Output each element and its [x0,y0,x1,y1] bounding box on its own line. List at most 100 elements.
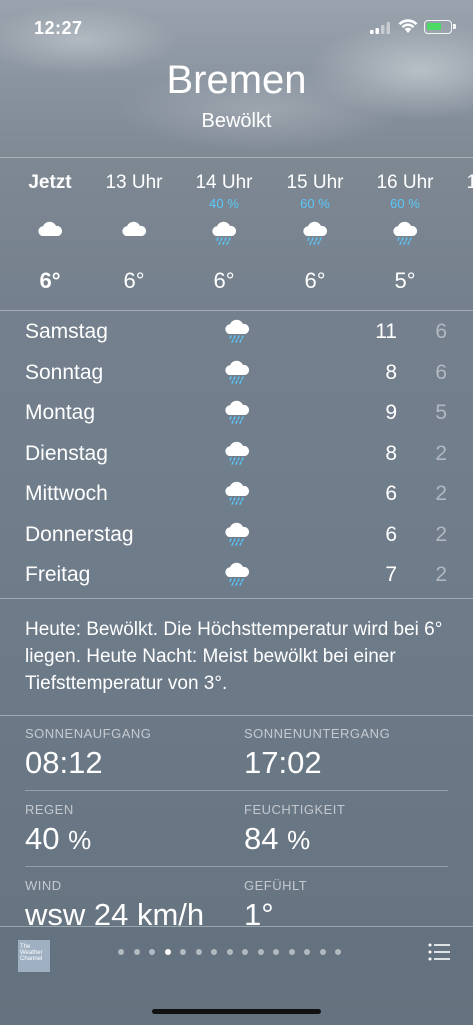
day-name: Samstag [25,320,108,343]
home-indicator[interactable] [152,1009,321,1014]
day-low: 6 [435,360,447,384]
page-dot[interactable] [133,949,140,955]
page-dot[interactable] [319,949,326,955]
hour-icon-wrap [390,220,420,245]
rain-number: 40 [25,821,60,856]
day-icon-wrap [222,480,252,508]
day-high: 8 [385,441,397,465]
day-row: Freitag 7 2 [0,555,473,595]
page-dot[interactable] [304,949,310,955]
current-condition: Bewölkt [201,110,272,132]
sunset-value: 17:02 [244,745,322,780]
day-low: 2 [435,563,447,586]
rain-unit: % [68,825,92,855]
rain-label: REGEN [25,802,74,817]
day-name: Dienstag [25,441,108,465]
rain-value: 40 % [25,821,91,857]
page-dot[interactable] [164,949,171,955]
day-high: 9 [385,401,397,424]
day-row: Dienstag 8 2 [0,434,473,474]
cloud-rain-icon [225,562,250,586]
day-low: 6 [435,320,447,343]
divider [25,790,448,791]
page-dot[interactable] [242,949,248,955]
bottom-toolbar: The Weather Channel [0,926,473,1025]
cloud-rain-icon [393,221,418,245]
page-dot[interactable] [211,949,217,955]
day-icon-wrap [222,521,252,549]
sunrise-value: 08:12 [25,745,103,780]
rain-cell: REGEN 40 % [25,802,91,857]
wifi-icon [398,19,418,33]
hour-icon-wrap [300,220,330,245]
page-dot[interactable] [335,949,341,955]
day-icon-wrap [222,440,252,468]
cloud-rain-icon [225,481,250,505]
wind-cell: WIND wsw 24 km/h [25,878,204,933]
day-row: Mittwoch 6 2 [0,474,473,514]
hour-temp: 5° [394,268,416,293]
day-low: 2 [435,522,447,546]
humidity-value: 84 % [244,821,345,857]
page-dot[interactable] [273,949,279,955]
weather-channel-logo[interactable]: The Weather Channel [18,940,50,972]
page-dot[interactable] [149,949,155,955]
hourly-forecast[interactable]: Jetzt 6° 13 Uhr 6° 14 Uhr 40 % 6° 15 Uhr 60 % 6° 1… [0,160,473,310]
day-high: 6 [385,522,397,546]
status-bar: 12:27 [0,0,473,50]
hour-temp: 6° [39,268,61,293]
status-time: 12:27 [34,18,83,38]
day-high: 8 [385,360,397,384]
cloud-icon [122,221,147,236]
humidity-label: FEUCHTIGKEIT [244,802,346,817]
day-name: Montag [25,401,96,424]
day-low: 2 [435,482,447,505]
cloud-rain-icon [225,522,250,546]
page-dot[interactable] [195,949,202,955]
day-low: 2 [435,441,447,465]
day-high: 7 [385,563,397,586]
page-dot[interactable] [118,949,124,955]
cloud-rain-icon [225,441,250,465]
cloud-rain-icon [225,360,250,384]
cloud-rain-icon [225,400,250,424]
battery-cap [453,24,456,29]
page-dot[interactable] [257,949,264,955]
precip-chance: 40 % [209,196,239,211]
cloud-icon [38,221,63,236]
hour-temp: 6° [304,268,326,293]
weather-channel-logo-text: The Weather Channel [20,944,43,962]
cloud-rain-icon [225,319,250,343]
page-dot[interactable] [226,949,233,955]
cloud-rain-icon [212,221,237,245]
day-high: 6 [385,482,397,505]
day-icon-wrap [222,399,252,427]
divider [0,715,473,716]
divider [0,157,473,158]
battery-level [427,23,441,30]
hour-label: 15 Uhr [286,172,344,193]
day-icon-wrap [222,359,252,387]
humidity-cell: FEUCHTIGKEIT 84 % [244,802,345,857]
day-name: Donnerstag [25,522,134,546]
feels-like-label: GEFÜHLT [244,878,308,893]
city-name: Bremen [166,58,307,102]
sunrise-cell: SONNENAUFGANG 08:12 [25,726,151,781]
sunset-cell: SONNENUNTERGANG 17:02 [244,726,390,781]
feels-like-cell: GEFÜHLT 1° [244,878,307,933]
precip-chance: 60 % [390,196,420,211]
daily-summary: Heute: Bewölkt. Die Höchsttemperatur wir… [25,619,443,694]
hour-label: Jetzt [28,172,72,193]
cellular-signal-icon [370,22,390,34]
divider [25,866,448,867]
day-low: 5 [435,401,447,424]
page-dot[interactable] [288,949,295,955]
divider [0,598,473,599]
city-list-icon[interactable] [428,943,450,961]
page-dot[interactable] [180,949,186,955]
hour-icon-wrap [209,220,239,245]
hour-label: 16 Uhr [376,172,434,193]
day-high: 11 [375,320,397,343]
precip-chance: 60 % [300,196,330,211]
hour-icon-wrap [119,220,149,244]
